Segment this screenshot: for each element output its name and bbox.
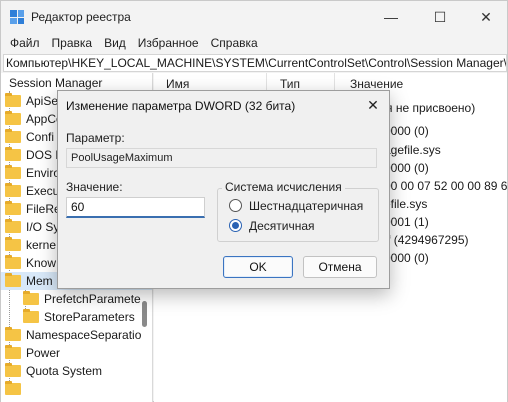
value-cell: agefile.sys [384, 143, 441, 157]
edit-dword-dialog: Изменение параметра DWORD (32 бита) ✕ Па… [57, 90, 390, 289]
tree-item-label: Session Manager [9, 76, 103, 90]
registry-editor-window: Редактор реестра — ☐ ✕ Файл Правка Вид И… [0, 0, 508, 402]
tree-item[interactable]: kerne [5, 236, 56, 254]
tree-item[interactable]: ApiSe [5, 92, 58, 110]
tree-item-label: StoreParameters [44, 310, 135, 324]
dialog-title: Изменение параметра DWORD (32 бита) [66, 99, 296, 113]
menu-edit[interactable]: Правка [52, 36, 93, 50]
cancel-button[interactable]: Отмена [303, 256, 377, 278]
dec-radio-label[interactable]: Десятичная [249, 219, 315, 233]
tree-item[interactable]: Power [5, 344, 60, 362]
close-icon: ✕ [367, 97, 379, 113]
folder-icon [5, 201, 21, 215]
value-input[interactable]: 60 [66, 197, 205, 218]
folder-icon [5, 129, 21, 143]
folder-icon [23, 309, 39, 323]
dialog-close-button[interactable]: ✕ [361, 95, 385, 115]
menu-help[interactable]: Справка [211, 36, 258, 50]
value-cell: 0000 (0) [384, 161, 429, 175]
folder-icon [5, 237, 21, 251]
tree-item[interactable]: Know [5, 254, 56, 272]
value-cell: 0000 (0) [384, 251, 429, 265]
folder-icon [5, 381, 21, 395]
tree-item-label: Enviro [26, 166, 61, 180]
tree-item[interactable]: Execu [5, 182, 59, 200]
tree-item[interactable] [5, 380, 26, 398]
tree-item[interactable]: AppCo [5, 110, 63, 128]
tree-item[interactable]: Confi [5, 128, 54, 146]
tree-scrollbar-thumb[interactable] [142, 301, 147, 327]
base-group-label: Система исчисления [222, 180, 345, 194]
tree-item-label: FileRe [26, 202, 61, 216]
tree-item-label: PrefetchParamete [44, 292, 141, 306]
tree-item[interactable]: FileRe [5, 200, 61, 218]
address-bar[interactable]: Компьютер\HKEY_LOCAL_MACHINE\SYSTEM\Curr… [3, 54, 507, 72]
minimize-button[interactable]: — [368, 1, 414, 33]
tree-item-label: ApiSe [26, 94, 59, 108]
value-cell: 00 00 07 52 00 00 89 60 00 [384, 179, 507, 193]
value-cell: 0000 (0) [384, 124, 429, 138]
maximize-icon: ☐ [433, 8, 447, 25]
tree-item[interactable]: Enviro [5, 164, 60, 182]
value-cell: ff (4294967295) [384, 233, 469, 247]
folder-icon [5, 219, 21, 233]
registry-editor-icon [10, 10, 24, 24]
tree-item-label: Execu [26, 184, 60, 198]
folder-icon [5, 327, 21, 341]
value-cell: efile.sys [384, 197, 428, 211]
close-button[interactable]: ✕ [463, 1, 508, 33]
tree-item[interactable]: Quota System [5, 362, 102, 380]
menu-view[interactable]: Вид [104, 36, 126, 50]
hex-radio-label[interactable]: Шестнадцатеричная [249, 199, 363, 213]
tree-item-label: Mem [26, 274, 53, 288]
column-header-type[interactable]: Тип [280, 77, 300, 91]
maximize-button[interactable]: ☐ [417, 1, 463, 33]
param-name-label: Параметр: [66, 131, 125, 145]
folder-icon [5, 255, 21, 269]
column-header-value[interactable]: Значение [350, 77, 403, 91]
folder-open-icon [5, 273, 21, 287]
folder-icon [5, 165, 21, 179]
tree-item-label: Know [26, 256, 57, 270]
tree-item[interactable]: NamespaceSeparatio [5, 326, 141, 344]
tree-item-prefetch-parameters[interactable]: PrefetchParamete [23, 290, 141, 308]
folder-icon [5, 111, 21, 125]
folder-icon [5, 363, 21, 377]
tree-item-label: kerne [26, 238, 57, 252]
param-name-field: PoolUsageMaximum [66, 148, 377, 168]
folder-icon [5, 93, 21, 107]
menu-bar: Файл Правка Вид Избранное Справка [1, 33, 507, 53]
folder-icon [23, 291, 39, 305]
menu-favorites[interactable]: Избранное [138, 36, 199, 50]
window-title: Редактор реестра [31, 10, 131, 24]
folder-icon [5, 183, 21, 197]
menu-file[interactable]: Файл [10, 36, 40, 50]
base-groupbox [217, 188, 379, 242]
tree-item-label: Power [26, 346, 61, 360]
value-label: Значение: [66, 180, 123, 194]
close-icon: ✕ [480, 8, 492, 25]
hex-radio[interactable] [229, 199, 242, 212]
tree-item-label: Quota System [26, 364, 103, 378]
value-cell: 0001 (1) [384, 215, 429, 229]
folder-icon [5, 147, 21, 161]
title-bar: Редактор реестра — ☐ ✕ [1, 1, 507, 33]
dec-radio[interactable] [229, 219, 242, 232]
tree-item-label: Confi [26, 130, 55, 144]
tree-item[interactable]: I/O Sy [5, 218, 59, 236]
column-header-name[interactable]: Имя [166, 77, 189, 91]
tree-item-store-parameters[interactable]: StoreParameters [23, 308, 135, 326]
tree-item[interactable]: DOS D [5, 146, 64, 164]
tree-item-label: NamespaceSeparatio [26, 328, 142, 342]
ok-button[interactable]: OK [223, 256, 293, 278]
folder-icon [5, 345, 21, 359]
tree-item-label: I/O Sy [26, 220, 60, 234]
minimize-icon: — [384, 9, 398, 25]
